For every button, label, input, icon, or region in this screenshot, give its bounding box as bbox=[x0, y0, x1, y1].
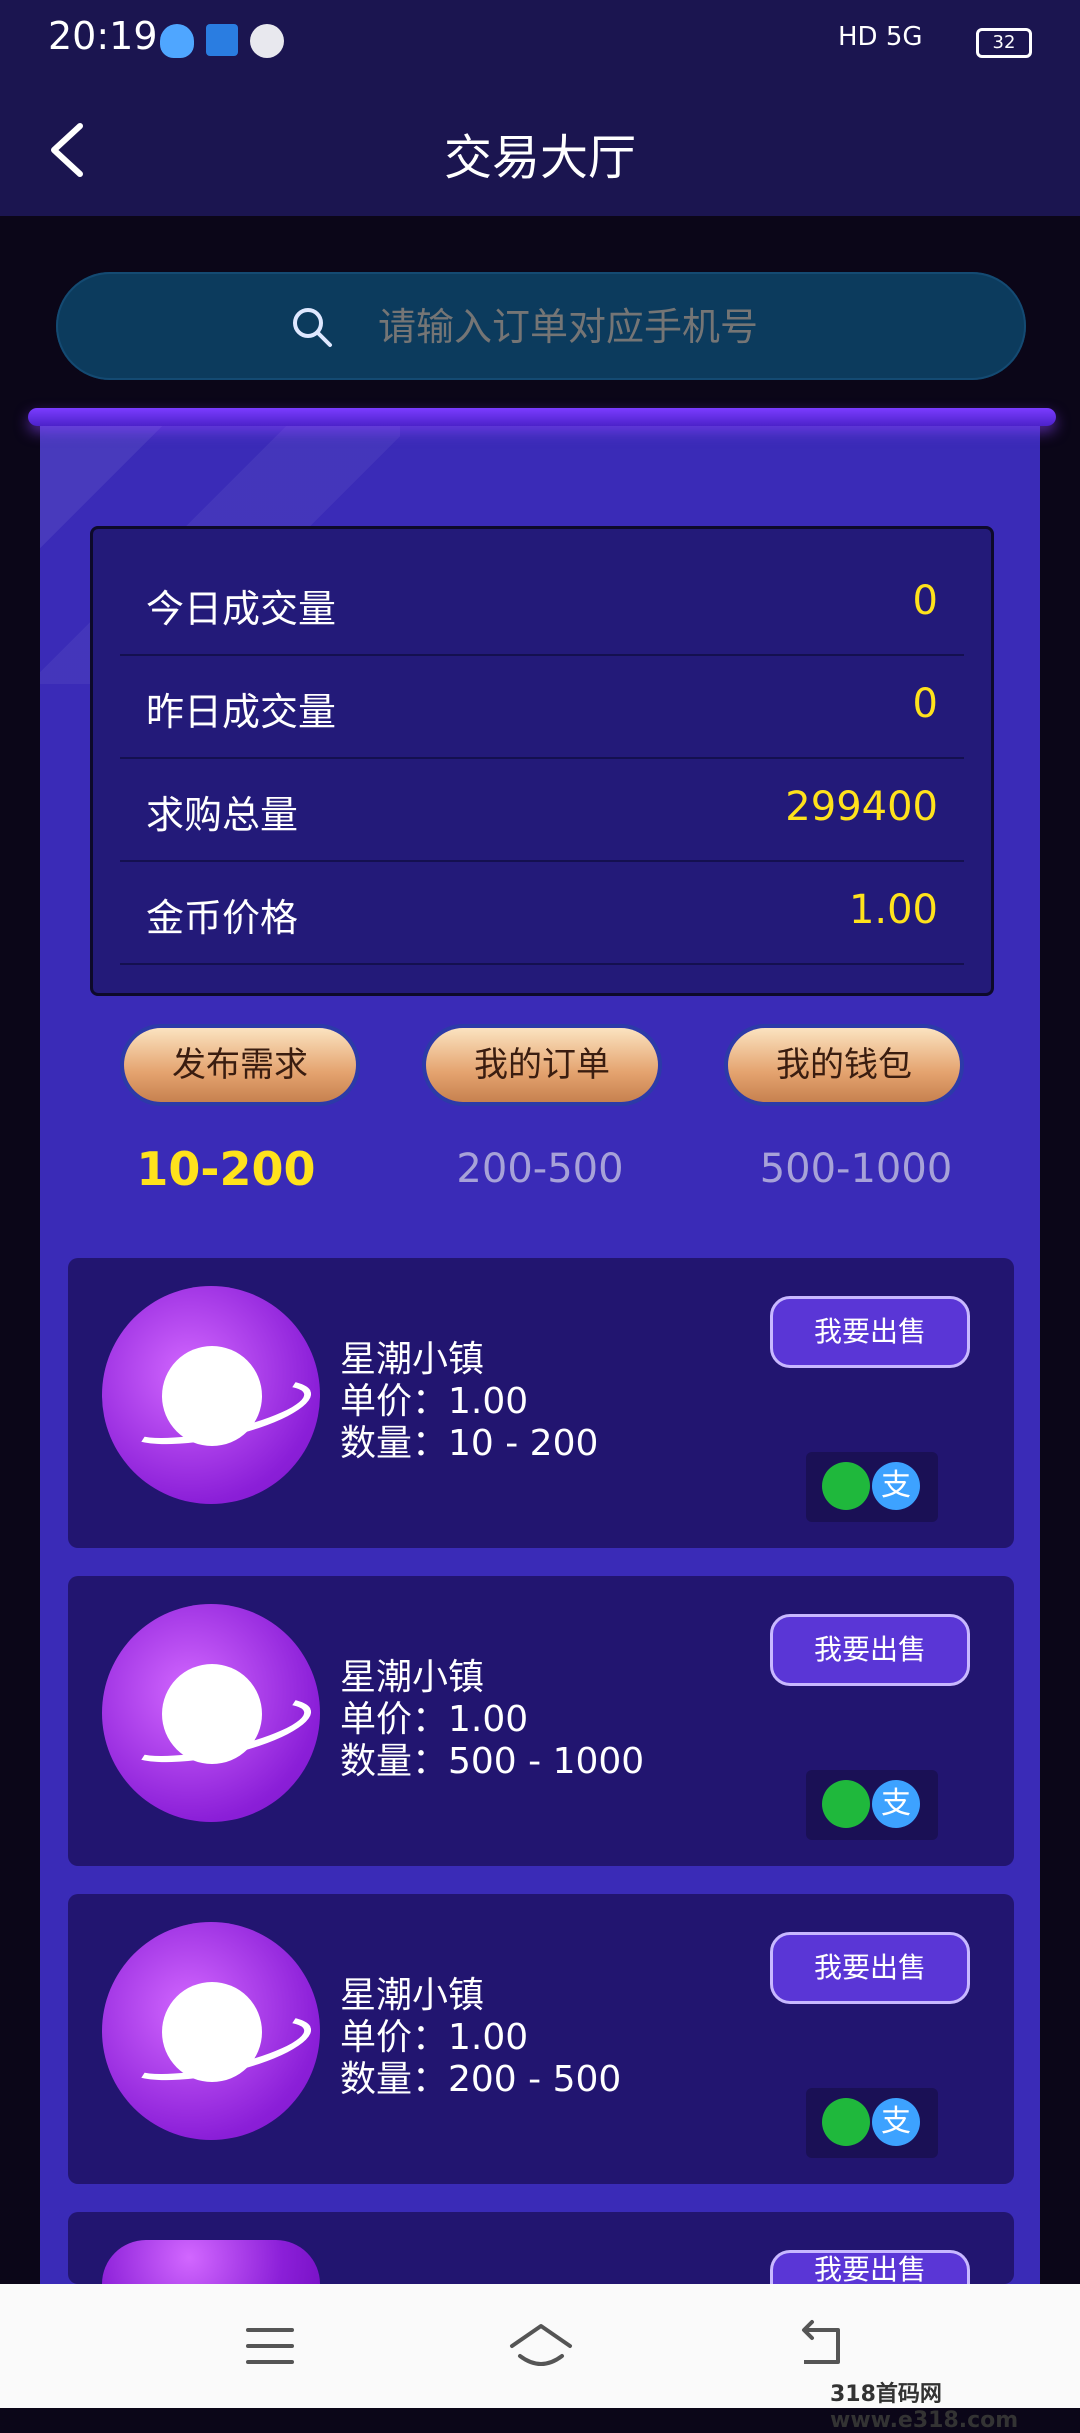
tab-range-10-200[interactable]: 10-200 bbox=[76, 1142, 376, 1196]
alipay-icon: 支 bbox=[872, 2098, 920, 2146]
alipay-icon: 支 bbox=[872, 1780, 920, 1828]
sell-button[interactable]: 我要出售 bbox=[770, 1614, 970, 1686]
news-badge-icon bbox=[206, 24, 238, 56]
menu-icon[interactable] bbox=[240, 2316, 300, 2376]
home-icon[interactable] bbox=[506, 2316, 572, 2376]
search-icon bbox=[290, 305, 334, 349]
wechat-pay-icon bbox=[822, 1462, 870, 1510]
page-title: 交易大厅 bbox=[443, 130, 636, 186]
panel-top-bar bbox=[28, 408, 1056, 426]
battery-icon: 32 bbox=[976, 28, 1032, 58]
search-input[interactable] bbox=[376, 302, 880, 352]
watermark: 318首码网 www.e318.com bbox=[830, 2382, 1019, 2433]
sell-button[interactable]: 我要出售 bbox=[770, 2250, 970, 2284]
stat-label: 求购总量 bbox=[146, 793, 299, 837]
alipay-icon: 支 bbox=[872, 1462, 920, 1510]
my-wallet-button[interactable]: 我的钱包 bbox=[728, 1028, 960, 1102]
wechat-pay-icon bbox=[822, 1780, 870, 1828]
planet-logo-icon bbox=[102, 2240, 320, 2284]
stat-value: 0 bbox=[912, 681, 938, 727]
stat-row-today: 今日成交量 0 bbox=[120, 552, 964, 656]
planet-logo-icon bbox=[102, 1286, 320, 1504]
order-quantity: 数量：200 - 500 bbox=[340, 2059, 622, 2100]
sell-button[interactable]: 我要出售 bbox=[770, 1296, 970, 1368]
stat-label: 今日成交量 bbox=[146, 587, 337, 631]
my-orders-button[interactable]: 我的订单 bbox=[426, 1028, 658, 1102]
order-quantity: 数量：500 - 1000 bbox=[340, 1741, 645, 1782]
tab-range-500-1000[interactable]: 500-1000 bbox=[706, 1146, 1006, 1192]
qq-icon bbox=[160, 24, 194, 58]
wechat-icon bbox=[250, 24, 284, 58]
planet-logo-icon bbox=[102, 1922, 320, 2140]
back-icon[interactable] bbox=[792, 2316, 852, 2376]
stat-row-yesterday: 昨日成交量 0 bbox=[120, 655, 964, 759]
order-quantity: 数量：10 - 200 bbox=[340, 1423, 599, 1464]
stat-row-total-demand: 求购总量 299400 bbox=[120, 758, 964, 862]
status-time: 20:19 bbox=[48, 14, 158, 58]
planet-logo-icon bbox=[102, 1604, 320, 1822]
network-status: HD 5G bbox=[838, 22, 923, 52]
stat-label: 金币价格 bbox=[146, 896, 299, 940]
sell-button[interactable]: 我要出售 bbox=[770, 1932, 970, 2004]
publish-demand-button[interactable]: 发布需求 bbox=[124, 1028, 356, 1102]
stat-value: 0 bbox=[912, 578, 938, 624]
stat-label: 昨日成交量 bbox=[146, 690, 337, 734]
stat-row-coin-price: 金币价格 1.00 bbox=[120, 861, 964, 965]
wechat-pay-icon bbox=[822, 2098, 870, 2146]
stat-value: 1.00 bbox=[848, 887, 938, 933]
stat-value: 299400 bbox=[785, 784, 938, 830]
tab-range-200-500[interactable]: 200-500 bbox=[390, 1146, 690, 1192]
